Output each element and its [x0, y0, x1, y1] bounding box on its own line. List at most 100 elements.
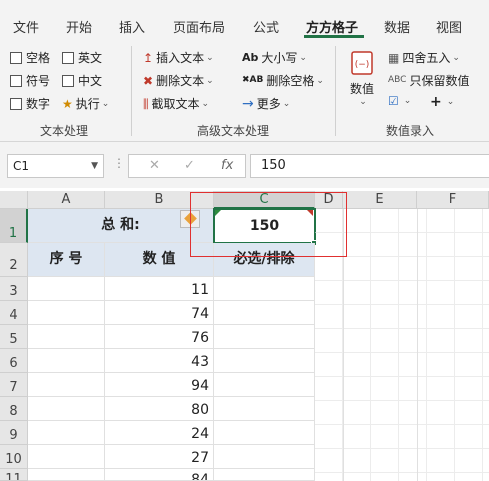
cell-b4[interactable]: 74 [105, 301, 214, 325]
tab-home[interactable]: 开始 [66, 17, 92, 36]
tab-view[interactable]: 视图 [436, 17, 462, 36]
cell-b9[interactable]: 24 [105, 421, 214, 445]
chevron-down-icon: ⌄ [359, 97, 367, 107]
delete-space-button[interactable]: ✖AB 删除空格 ⌄ [242, 72, 324, 89]
chevron-down-icon: ⌄ [316, 75, 324, 86]
checkbox-english[interactable]: 英文 [62, 49, 102, 66]
checkbox-number[interactable]: 数字 [10, 95, 50, 112]
row-header-3[interactable]: 3 [0, 277, 28, 301]
column-header-e[interactable]: E [343, 191, 417, 209]
cell-a7[interactable] [28, 373, 105, 397]
function-icon[interactable]: fx [221, 158, 233, 173]
list-edit-icon: ☑ [388, 94, 399, 108]
cell-c11[interactable] [214, 469, 315, 481]
delete-space-icon: ✖AB [242, 75, 264, 85]
row-header-1[interactable]: 1 [0, 209, 28, 243]
cell-a11[interactable] [28, 469, 105, 481]
row-header-2[interactable]: 2 [0, 243, 28, 277]
chevron-down-icon: ⌄ [101, 98, 110, 109]
group-divider [335, 46, 336, 136]
row-header-5[interactable]: 5 [0, 325, 28, 349]
cell-c6[interactable] [214, 349, 315, 373]
row-header-4[interactable]: 4 [0, 301, 28, 325]
row-header-7[interactable]: 7 [0, 373, 28, 397]
cell-a6[interactable] [28, 349, 105, 373]
formula-buttons: ✕ ✓ fx [128, 154, 246, 178]
column-header-f[interactable]: F [417, 191, 489, 209]
select-all-corner[interactable] [0, 191, 28, 209]
chevron-down-icon[interactable]: ▼ [91, 155, 98, 177]
cell-c4[interactable] [214, 301, 315, 325]
case-button[interactable]: Ab 大小写 ⌄ [242, 49, 307, 66]
cell-a9[interactable] [28, 421, 105, 445]
checkbox-symbol[interactable]: 符号 [10, 72, 50, 89]
cell-a4[interactable] [28, 301, 105, 325]
checkbox-box [10, 74, 22, 87]
cell-b5[interactable]: 76 [105, 325, 214, 349]
cell-c10[interactable] [214, 445, 315, 469]
group-label-text: 文本处理 [40, 124, 89, 138]
value-button[interactable]: (−) 数值 ⌄ [350, 50, 374, 107]
cell-b7[interactable]: 94 [105, 373, 214, 397]
checkbox-space[interactable]: 空格 [10, 49, 50, 66]
group-label-numeric: 数值录入 [386, 124, 435, 138]
cell-c8[interactable] [214, 397, 315, 421]
cell-a3[interactable] [28, 277, 105, 301]
cell-b3[interactable]: 11 [105, 277, 214, 301]
cell-c7[interactable] [214, 373, 315, 397]
format-list-button[interactable]: ☑ ⌄ [388, 95, 411, 107]
cancel-icon[interactable]: ✕ [149, 158, 160, 173]
cell-a5[interactable] [28, 325, 105, 349]
round-button[interactable]: ▦ 四舍五入 ⌄ [388, 49, 460, 66]
tab-page-layout[interactable]: 页面布局 [173, 17, 225, 36]
cell-c9[interactable] [214, 421, 315, 445]
name-box[interactable]: C1 ▼ [7, 154, 104, 178]
row-header-8[interactable]: 8 [0, 397, 28, 421]
grip-icon: ⋮ [113, 156, 125, 170]
formula-bar: C1 ▼ ⋮ ✕ ✓ fx 150 [0, 142, 489, 188]
cell-a8[interactable] [28, 397, 105, 421]
add-button[interactable]: + ⌄ [430, 95, 454, 109]
tab-fangfang[interactable]: 方方格子 [306, 17, 358, 36]
cell-b11[interactable]: 84 [105, 469, 214, 481]
delete-text-button[interactable]: ✖ 删除文本 ⌄ [143, 72, 214, 89]
tab-insert[interactable]: 插入 [119, 17, 145, 36]
keep-number-button[interactable]: ABC 只保留数值 [388, 72, 469, 89]
more-button[interactable]: → 更多 ⌄ [242, 95, 290, 112]
round-icon: ▦ [388, 50, 400, 65]
row-header-11[interactable]: 11 [0, 469, 28, 481]
svg-text:(−): (−) [355, 60, 370, 70]
cell-b10[interactable]: 27 [105, 445, 214, 469]
extract-text-icon: ⫼ [143, 96, 149, 111]
cell-a10[interactable] [28, 445, 105, 469]
checkbox-chinese[interactable]: 中文 [62, 72, 102, 89]
chevron-down-icon: ⌄ [282, 98, 291, 109]
row-header-9[interactable]: 9 [0, 421, 28, 445]
case-icon: Ab [242, 51, 259, 64]
formula-input[interactable]: 150 [250, 154, 489, 178]
chevron-down-icon: ⌄ [201, 98, 210, 109]
header-cell-seq[interactable]: 序 号 [28, 243, 105, 277]
row-header-10[interactable]: 10 [0, 445, 28, 469]
arrow-right-icon: → [242, 95, 254, 112]
tab-file[interactable]: 文件 [13, 17, 39, 36]
row-header-6[interactable]: 6 [0, 349, 28, 373]
checkbox-box [10, 97, 22, 110]
enter-icon[interactable]: ✓ [184, 158, 195, 173]
column-header-a[interactable]: A [28, 191, 105, 209]
chevron-down-icon: ⌄ [452, 52, 460, 63]
chevron-down-icon: ⌄ [299, 52, 307, 63]
cell-b8[interactable]: 80 [105, 397, 214, 421]
group-divider [131, 46, 132, 136]
checkbox-box [62, 51, 74, 64]
tab-formulas[interactable]: 公式 [253, 17, 279, 36]
ribbon: 空格 英文 符号 中文 数字 ★ 执行 ⌄ 文本处理 ↥ 插入文本 ⌄ ✖ 删除文本 ⌄ ⫼… [0, 38, 489, 142]
cell-b6[interactable]: 43 [105, 349, 214, 373]
tab-data[interactable]: 数据 [384, 17, 410, 36]
insert-text-button[interactable]: ↥ 插入文本 ⌄ [143, 49, 214, 66]
extract-text-button[interactable]: ⫼ 截取文本 ⌄ [143, 95, 209, 112]
chevron-down-icon: ⌄ [206, 52, 214, 63]
cell-c3[interactable] [214, 277, 315, 301]
execute-button[interactable]: ★ 执行 ⌄ [62, 95, 109, 112]
cell-c5[interactable] [214, 325, 315, 349]
